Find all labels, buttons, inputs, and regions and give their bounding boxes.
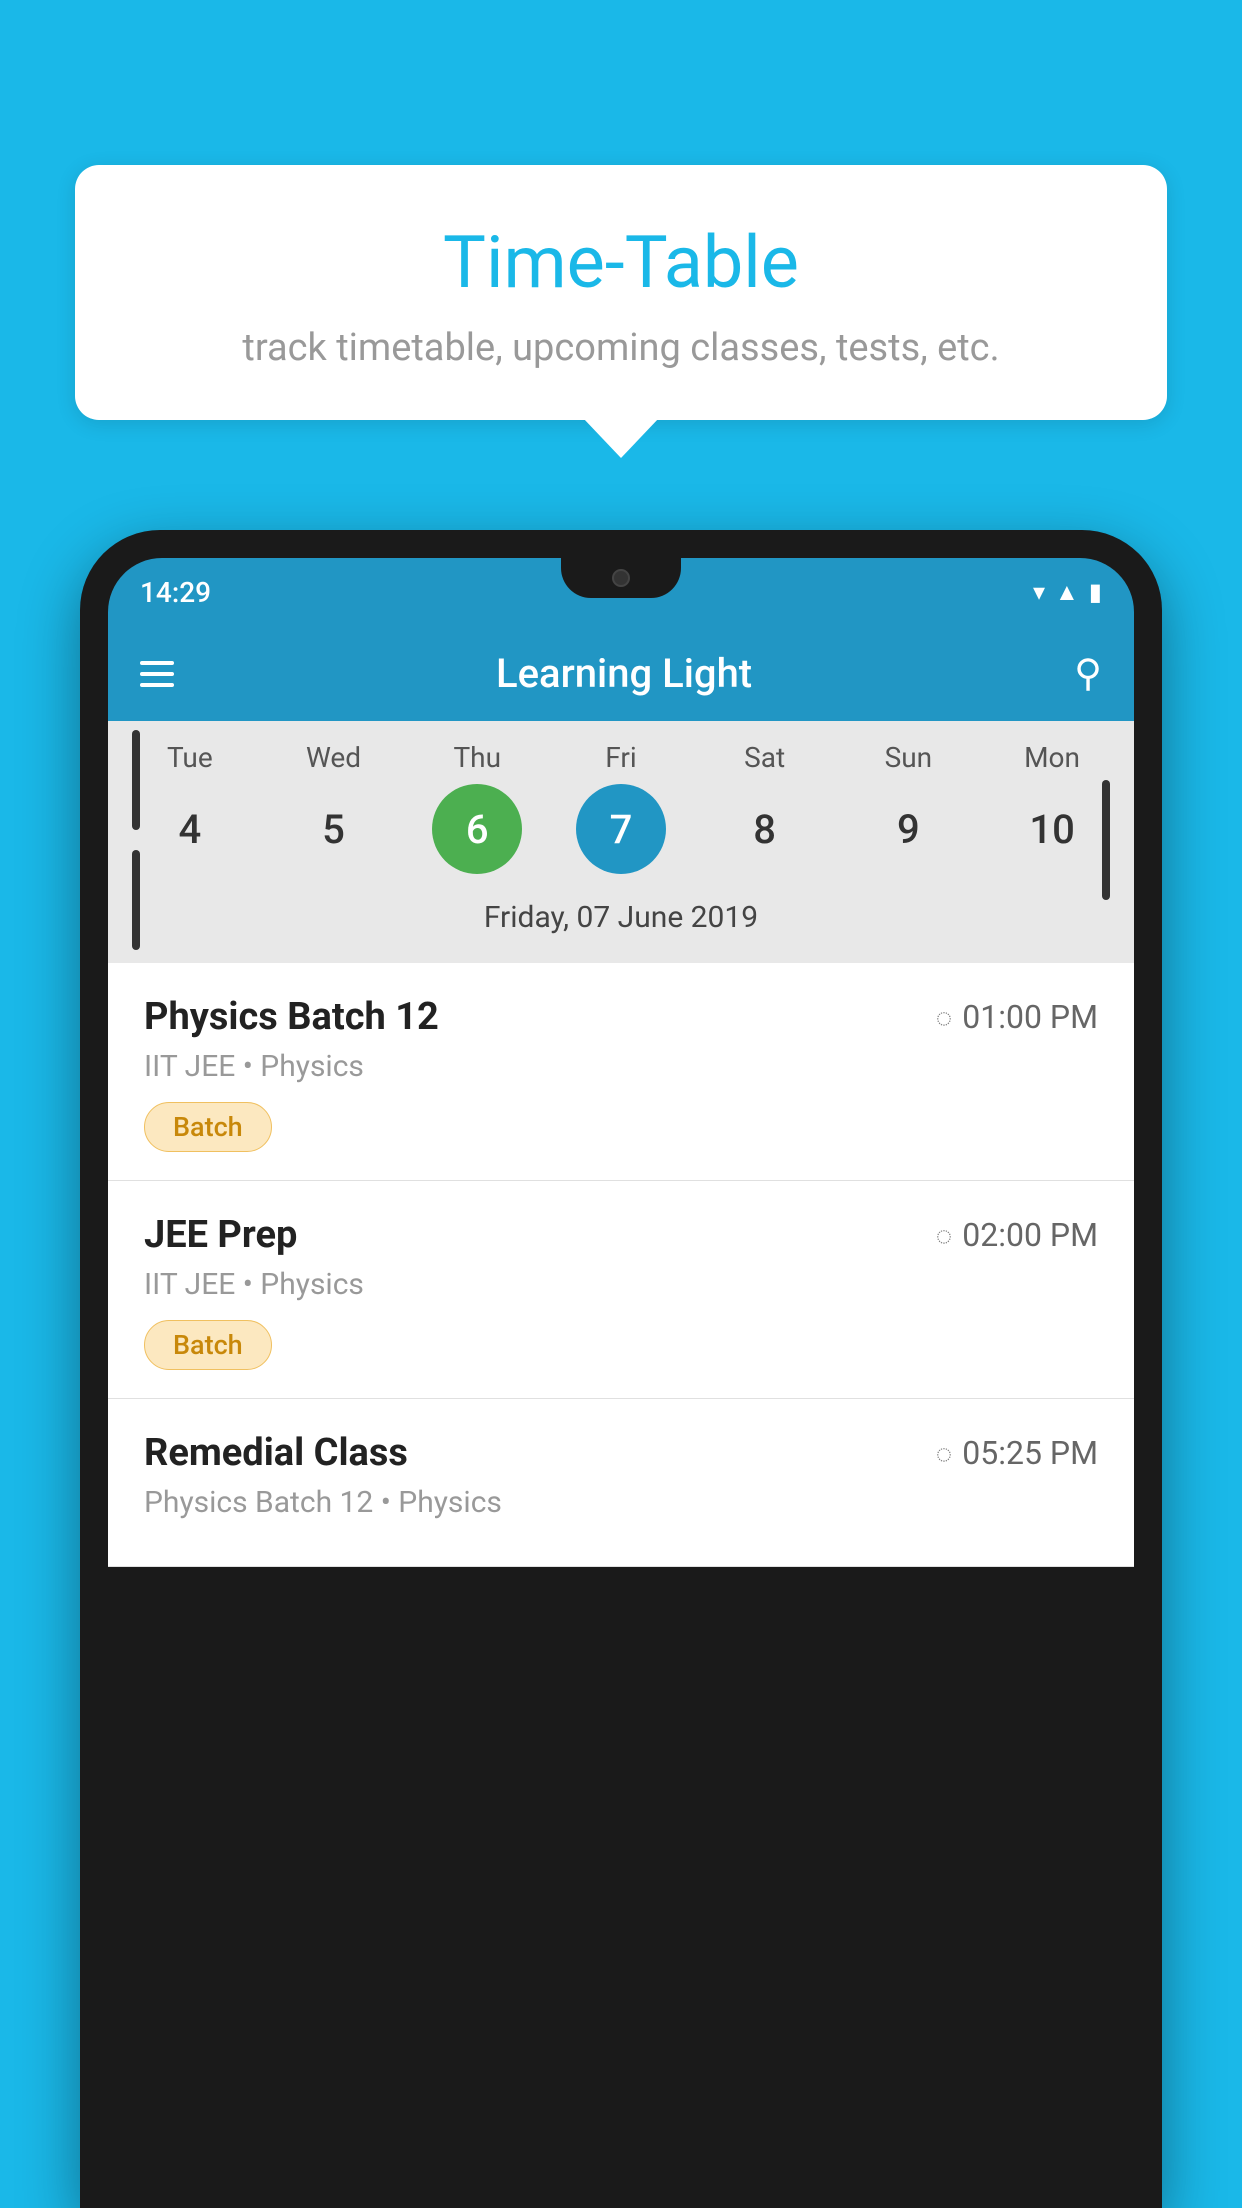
schedule-item-1-header: Physics Batch 12 ◌ 01:00 PM	[144, 995, 1098, 1039]
calendar-strip: Tue Wed Thu Fri Sat Sun Mon 4 5 6 7 8 9 …	[108, 721, 1134, 963]
day-header-thu: Thu	[417, 741, 537, 774]
schedule-list: Physics Batch 12 ◌ 01:00 PM IIT JEE • Ph…	[108, 963, 1134, 1567]
day-6-today[interactable]: 6	[432, 784, 522, 874]
day-headers: Tue Wed Thu Fri Sat Sun Mon	[118, 741, 1124, 784]
signal-icon: ▲	[1055, 578, 1079, 607]
tooltip-title: Time-Table	[135, 220, 1107, 306]
search-button[interactable]: ⚲	[1074, 651, 1102, 696]
schedule-item-1[interactable]: Physics Batch 12 ◌ 01:00 PM IIT JEE • Ph…	[108, 963, 1134, 1181]
schedule-item-1-time: ◌ 01:00 PM	[936, 998, 1098, 1036]
selected-date: Friday, 07 June 2019	[118, 890, 1124, 953]
day-8[interactable]: 8	[720, 784, 810, 874]
day-header-mon: Mon	[992, 741, 1112, 774]
day-5[interactable]: 5	[289, 784, 379, 874]
status-icons: ▾ ▲ ▮	[1033, 578, 1102, 607]
schedule-item-1-time-text: 01:00 PM	[962, 998, 1098, 1036]
schedule-item-3-time: ◌ 05:25 PM	[936, 1434, 1098, 1472]
day-header-fri: Fri	[561, 741, 681, 774]
day-header-sat: Sat	[705, 741, 825, 774]
schedule-item-1-title: Physics Batch 12	[144, 995, 439, 1039]
day-4[interactable]: 4	[145, 784, 235, 874]
tooltip-subtitle: track timetable, upcoming classes, tests…	[135, 326, 1107, 370]
schedule-item-2-detail: IIT JEE • Physics	[144, 1267, 1098, 1302]
clock-icon-1: ◌	[936, 1001, 953, 1034]
notch	[561, 558, 681, 598]
app-screen: Learning Light ⚲ Tue Wed Thu Fri Sat Sun…	[108, 626, 1134, 1567]
schedule-item-1-badge: Batch	[144, 1102, 272, 1152]
menu-button[interactable]	[140, 661, 174, 687]
tooltip-card: Time-Table track timetable, upcoming cla…	[75, 165, 1167, 420]
power-button	[1102, 780, 1110, 900]
volume-up-button	[132, 730, 140, 830]
schedule-item-2-badge: Batch	[144, 1320, 272, 1370]
status-time: 14:29	[140, 576, 211, 609]
schedule-item-3[interactable]: Remedial Class ◌ 05:25 PM Physics Batch …	[108, 1399, 1134, 1567]
day-header-tue: Tue	[130, 741, 250, 774]
schedule-item-3-detail: Physics Batch 12 • Physics	[144, 1485, 1098, 1520]
day-9[interactable]: 9	[863, 784, 953, 874]
day-numbers: 4 5 6 7 8 9 10	[118, 784, 1124, 890]
camera	[612, 569, 630, 587]
phone-frame: 14:29 ▾ ▲ ▮ Learning Light ⚲ Tue Wed Thu…	[80, 530, 1162, 2208]
day-header-wed: Wed	[274, 741, 394, 774]
schedule-item-3-header: Remedial Class ◌ 05:25 PM	[144, 1431, 1098, 1475]
day-10[interactable]: 10	[1007, 784, 1097, 874]
day-7-selected[interactable]: 7	[576, 784, 666, 874]
schedule-item-2-title: JEE Prep	[144, 1213, 297, 1257]
wifi-icon: ▾	[1033, 578, 1045, 606]
schedule-item-3-title: Remedial Class	[144, 1431, 408, 1475]
schedule-item-1-detail: IIT JEE • Physics	[144, 1049, 1098, 1084]
schedule-item-2-header: JEE Prep ◌ 02:00 PM	[144, 1213, 1098, 1257]
status-bar: 14:29 ▾ ▲ ▮	[108, 558, 1134, 626]
schedule-item-2[interactable]: JEE Prep ◌ 02:00 PM IIT JEE • Physics Ba…	[108, 1181, 1134, 1399]
schedule-item-2-time-text: 02:00 PM	[962, 1216, 1098, 1254]
clock-icon-3: ◌	[936, 1437, 953, 1470]
battery-icon: ▮	[1089, 578, 1102, 606]
day-header-sun: Sun	[848, 741, 968, 774]
schedule-item-3-time-text: 05:25 PM	[962, 1434, 1098, 1472]
clock-icon-2: ◌	[936, 1219, 953, 1252]
schedule-item-2-time: ◌ 02:00 PM	[936, 1216, 1098, 1254]
app-header: Learning Light ⚲	[108, 626, 1134, 721]
volume-down-button	[132, 850, 140, 950]
app-title: Learning Light	[496, 650, 752, 697]
